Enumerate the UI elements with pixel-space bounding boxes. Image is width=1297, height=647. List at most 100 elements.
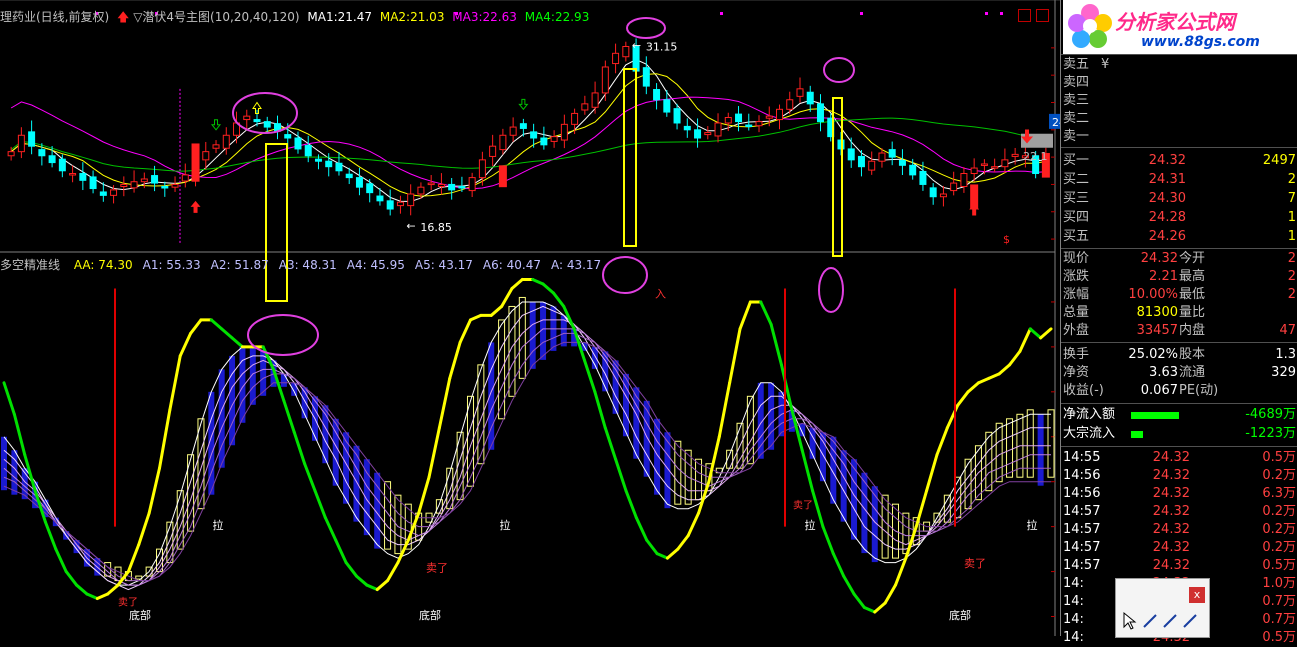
candle-body xyxy=(991,166,999,169)
trade-tick-row[interactable]: 14:57 24.32 0.2万 xyxy=(1061,539,1297,557)
ask-row[interactable]: 卖四 xyxy=(1061,74,1297,92)
blue-bar xyxy=(260,351,267,396)
highlight-rectangle xyxy=(265,143,288,302)
ma1-value: 21.47 xyxy=(337,10,373,24)
sub-value-a: A: 43.17 xyxy=(550,258,602,272)
candle-body xyxy=(530,131,538,139)
bid-row[interactable]: 买三 24.30 7 xyxy=(1061,190,1297,208)
logo-url: www.88gs.com xyxy=(1141,34,1260,50)
close-button[interactable]: x xyxy=(1189,587,1205,603)
pointer-tool-icon[interactable] xyxy=(1120,611,1138,631)
tick-time: 14:57 xyxy=(1063,540,1101,555)
candle-body xyxy=(755,121,763,127)
candle-body xyxy=(355,177,363,188)
trade-tick-row[interactable]: 14:57 24.32 0.5万 xyxy=(1061,557,1297,575)
highlight-ellipse xyxy=(247,314,319,356)
ma2-line xyxy=(10,73,1046,197)
maximize-icon[interactable] xyxy=(1036,9,1049,22)
candle-body xyxy=(284,134,292,139)
candle-body xyxy=(89,176,97,190)
candle-body xyxy=(140,178,148,183)
aa-line-segment xyxy=(12,412,27,457)
aa-line-segment xyxy=(43,520,58,551)
aa-line-segment xyxy=(655,552,669,560)
indicator-name[interactable]: ▽潜伏4号主图(10,20,40,120) xyxy=(133,10,299,24)
candle-body xyxy=(642,67,650,87)
trade-tick-row[interactable]: 14:56 24.32 6.3万 xyxy=(1061,485,1297,503)
aa-line-segment xyxy=(945,403,960,430)
stat-label: 现价 xyxy=(1063,251,1090,266)
blue-bar xyxy=(229,355,236,446)
fund-flow-row[interactable]: 净流入额 -4689万 xyxy=(1061,406,1297,424)
quote-stat-row[interactable]: 外盘 33457 内盘 47 xyxy=(1061,322,1297,340)
candle-body xyxy=(816,103,824,123)
trade-tick-row[interactable]: 14:57 24.32 0.2万 xyxy=(1061,503,1297,521)
candle-body xyxy=(253,119,261,123)
flow-bar xyxy=(1131,431,1143,438)
chart-area[interactable]: 30.0028.0026.0024.0022.0020.0018.0016.00… xyxy=(0,0,1060,636)
aa-line-segment xyxy=(862,606,877,614)
hollow-down-arrow-icon xyxy=(518,98,529,111)
aa-line-segment xyxy=(157,408,172,470)
sub-value-a5: A5: 43.17 xyxy=(414,258,473,272)
ask-row[interactable]: 卖三 xyxy=(1061,92,1297,110)
stat-label: 最低 xyxy=(1179,287,1206,302)
aa-line-segment xyxy=(976,376,991,385)
aa-line-segment xyxy=(831,552,846,578)
tick-volume: 0.2万 xyxy=(1262,540,1296,555)
candle-body xyxy=(519,123,527,129)
bid-price: 24.30 xyxy=(1148,191,1186,206)
aa-line-segment xyxy=(759,300,773,326)
ask-row[interactable]: 卖二 xyxy=(1061,110,1297,128)
sub-chart-title[interactable]: 多空精准线 xyxy=(0,258,60,272)
bid-row[interactable]: 买一 24.32 2497 xyxy=(1061,152,1297,170)
aa-line-segment xyxy=(676,534,690,551)
quote-stat-row[interactable]: 涨跌 2.21 最高 2 xyxy=(1061,268,1297,286)
aa-line-segment xyxy=(624,489,638,520)
bid-row[interactable]: 买五 24.26 1 xyxy=(1061,228,1297,246)
pull-label: 拉 xyxy=(213,518,224,532)
ask-row[interactable]: 卖五 ¥ xyxy=(1061,56,1297,74)
stat-value: 81300 xyxy=(1136,305,1178,320)
fundamental-row[interactable]: 净资 3.63 流通 329 xyxy=(1061,364,1297,382)
aa-line-segment xyxy=(966,381,980,394)
aa-line-segment xyxy=(365,583,379,592)
candle-body xyxy=(48,155,56,164)
high-price-label: 31.15 xyxy=(646,41,678,54)
tick-volume: 0.5万 xyxy=(1262,630,1296,645)
candle-body xyxy=(847,148,855,161)
restore-icon[interactable] xyxy=(1018,9,1031,22)
trade-tick-row[interactable]: 14:57 24.32 0.2万 xyxy=(1061,521,1297,539)
segment-tool-icon[interactable] xyxy=(1182,611,1200,631)
quote-stat-row[interactable]: 现价 24.32 今开 2 xyxy=(1061,250,1297,268)
flow-value: -1223万 xyxy=(1245,426,1296,441)
tick-volume: 0.5万 xyxy=(1262,450,1296,465)
highlight-ellipse xyxy=(602,256,648,294)
bottom-label: 底部 xyxy=(419,608,441,622)
ask-row[interactable]: 卖一 xyxy=(1061,128,1297,146)
bid-row[interactable]: 买四 24.28 1 xyxy=(1061,209,1297,227)
fund-flow-row[interactable]: 大宗流入 -1223万 xyxy=(1061,425,1297,443)
blue-bar xyxy=(291,382,298,396)
tick-price: 24.32 xyxy=(1152,540,1190,555)
fundamental-row[interactable]: 换手 25.02% 股本 1.3 xyxy=(1061,346,1297,364)
bid-row[interactable]: 买二 24.31 2 xyxy=(1061,171,1297,189)
quote-stat-row[interactable]: 总量 81300 量比 xyxy=(1061,304,1297,322)
quote-stat-row[interactable]: 涨幅 10.00% 最低 2 xyxy=(1061,286,1297,304)
ma2-label: MA2: xyxy=(379,10,411,24)
ask-label: 卖二 xyxy=(1063,111,1090,126)
line-tool-icon[interactable] xyxy=(1142,611,1160,631)
ray-tool-icon[interactable] xyxy=(1162,611,1180,631)
quote-panel: 分析家公式网 www.88gs.com 卖五 ¥ 卖四 卖三 卖二 卖一 买一 24.32 2… xyxy=(1060,0,1297,645)
tick-price: 24.32 xyxy=(1152,522,1190,537)
aa-line-segment xyxy=(873,601,887,614)
bid-volume: 2 xyxy=(1287,172,1296,187)
stock-title[interactable]: 理药业(日线,前复权) xyxy=(0,10,109,24)
aa-line-segment xyxy=(427,426,441,479)
step-box xyxy=(1026,409,1034,478)
trade-tick-row[interactable]: 14:55 24.32 0.5万 xyxy=(1061,449,1297,467)
trade-tick-row[interactable]: 14:56 24.32 0.2万 xyxy=(1061,467,1297,485)
ma4-line xyxy=(10,117,1046,172)
fundamental-row[interactable]: 收益(-) 0.067 PE(动) xyxy=(1061,382,1297,400)
blue-bar xyxy=(280,373,287,387)
